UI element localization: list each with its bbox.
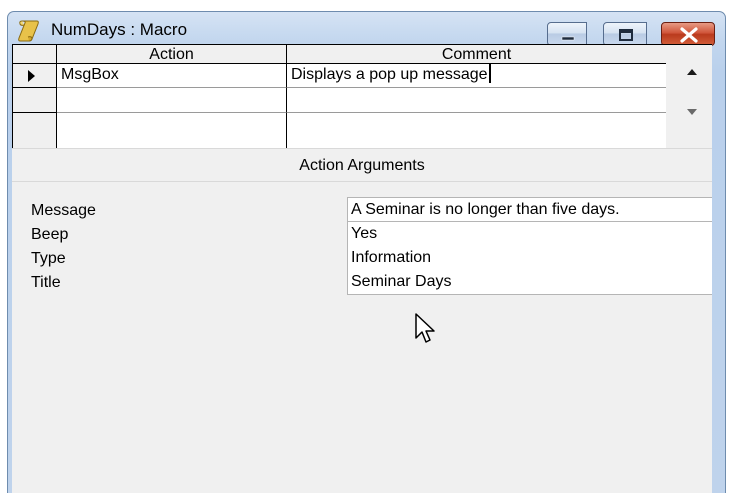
macro-action-grid: Action Comment MsgBox Displays a pop up … xyxy=(12,44,712,148)
argument-value-beep[interactable]: Yes xyxy=(347,222,712,247)
argument-value-title[interactable]: Seminar Days xyxy=(347,270,712,295)
argument-value-message[interactable]: A Seminar is no longer than five days. xyxy=(347,197,712,222)
action-cell[interactable] xyxy=(57,113,287,148)
row-selector[interactable] xyxy=(13,88,57,113)
action-arguments-header: Action Arguments xyxy=(12,148,712,182)
current-row-indicator-icon xyxy=(28,70,35,82)
minimize-button[interactable] xyxy=(547,22,587,46)
comment-cell[interactable] xyxy=(287,113,667,148)
mouse-pointer-icon xyxy=(415,313,435,343)
caption-buttons xyxy=(547,22,715,46)
row-selector[interactable] xyxy=(13,113,57,148)
action-cell[interactable] xyxy=(57,88,287,113)
text-caret xyxy=(488,64,491,83)
column-header-comment[interactable]: Comment xyxy=(287,45,667,64)
action-cell-text: MsgBox xyxy=(61,66,119,83)
argument-label-type: Type xyxy=(31,250,66,267)
macro-scroll-icon xyxy=(18,20,39,42)
maximize-button[interactable] xyxy=(603,22,647,46)
grid-corner[interactable] xyxy=(13,45,57,64)
action-cell[interactable]: MsgBox xyxy=(57,64,287,88)
macro-design-client: Action Comment MsgBox Displays a pop up … xyxy=(12,44,712,493)
action-arguments-pane: Message Beep Type Title A Seminar is no … xyxy=(12,182,712,493)
argument-label-title: Title xyxy=(31,274,61,291)
argument-label-message: Message xyxy=(31,202,96,219)
comment-cell-text: Displays a pop up message xyxy=(291,66,488,83)
argument-label-beep: Beep xyxy=(31,226,69,243)
argument-value-type[interactable]: Information xyxy=(347,246,712,271)
row-selector-current[interactable] xyxy=(13,64,57,88)
title-bar[interactable]: NumDays : Macro xyxy=(8,12,725,46)
comment-cell[interactable]: Displays a pop up message xyxy=(287,64,667,88)
window-title: NumDays : Macro xyxy=(51,20,188,39)
close-button[interactable] xyxy=(661,22,715,46)
comment-cell[interactable] xyxy=(287,88,667,113)
scroll-down-arrow-icon[interactable] xyxy=(686,108,698,116)
grid-vertical-scrollbar[interactable] xyxy=(666,45,712,148)
column-header-action[interactable]: Action xyxy=(57,45,287,64)
scroll-up-arrow-icon[interactable] xyxy=(686,68,698,76)
